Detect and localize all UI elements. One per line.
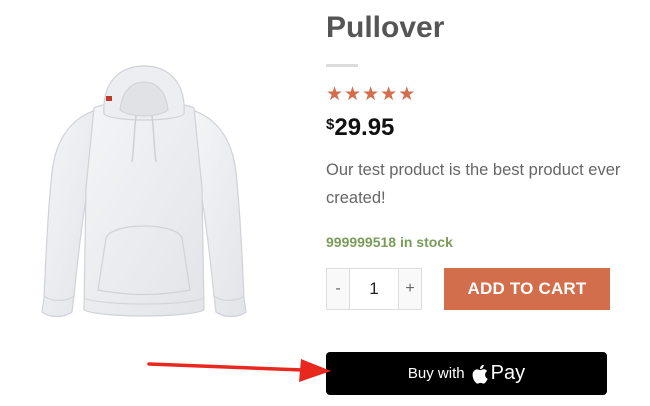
apple-logo-icon — [471, 364, 488, 384]
quantity-stepper: - 1 + — [326, 268, 422, 310]
product-description: Our test product is the best product eve… — [326, 161, 621, 207]
star-icon: ★ — [326, 83, 344, 105]
title-divider — [326, 64, 358, 67]
product-title: Pullover — [326, 11, 445, 44]
star-icon: ★ — [398, 83, 416, 105]
apple-pay-button[interactable]: Buy with Pay — [326, 352, 607, 395]
star-icon: ★ — [344, 83, 362, 105]
star-icon: ★ — [380, 83, 398, 105]
quantity-input[interactable]: 1 — [350, 268, 398, 310]
product-image-hoodie — [41, 65, 247, 318]
product-price: $ 29.95 — [326, 113, 394, 143]
price-amount: 29.95 — [334, 114, 395, 141]
stock-status: 999999518 in stock — [326, 234, 453, 250]
quantity-decrease-button[interactable]: - — [326, 268, 350, 310]
add-to-cart-button[interactable]: ADD TO CART — [444, 268, 610, 310]
red-arrow-icon — [147, 359, 331, 382]
star-icon: ★ — [362, 83, 380, 105]
star-rating: ★ ★ ★ ★ ★ — [326, 84, 415, 104]
apple-pay-buy-label: Buy with — [407, 365, 465, 382]
apple-pay-pay-label: Pay — [490, 362, 526, 384]
price-currency: $ — [326, 116, 335, 133]
quantity-increase-button[interactable]: + — [398, 268, 422, 310]
